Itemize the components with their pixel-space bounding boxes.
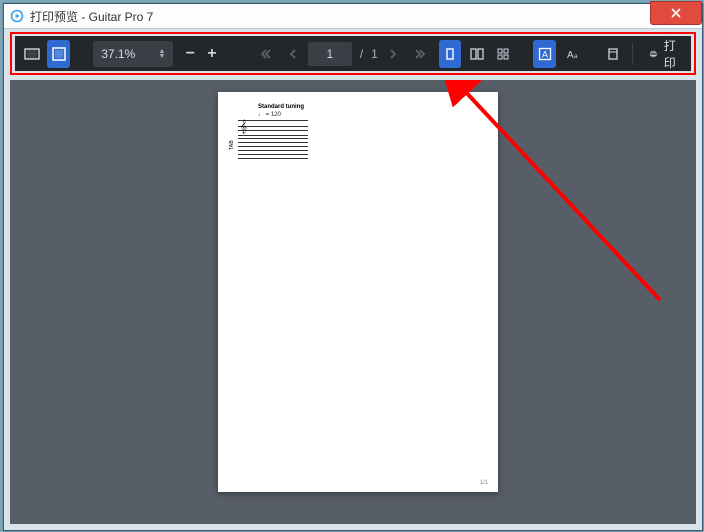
zoom-out-button[interactable]: − xyxy=(181,43,199,65)
double-chevron-right-icon xyxy=(413,47,427,61)
song-title: Standard tuning xyxy=(258,104,488,110)
two-page-icon xyxy=(469,47,485,61)
separator xyxy=(632,43,633,65)
titlebar: 打印预览 - Guitar Pro 7 xyxy=(4,4,702,29)
chevron-right-icon xyxy=(387,47,399,61)
toolbar: 37.1% ▲▼ − + / 1 xyxy=(15,36,691,71)
treble-clef-icon: 𝄞 xyxy=(240,119,247,133)
zoom-in-button[interactable]: + xyxy=(203,43,221,65)
tab-staff: TAB xyxy=(238,138,308,158)
double-chevron-left-icon xyxy=(259,47,273,61)
page-number-input[interactable] xyxy=(308,42,352,66)
svg-text:A: A xyxy=(567,50,574,61)
svg-text:A: A xyxy=(542,49,548,59)
next-page-button[interactable] xyxy=(382,40,404,68)
single-page-view-button[interactable] xyxy=(439,40,461,68)
prev-page-button[interactable] xyxy=(281,40,303,68)
print-button[interactable]: 打印 xyxy=(641,40,685,68)
tab-label: TAB xyxy=(230,140,235,150)
letter-a-boxed-icon: A xyxy=(538,47,552,61)
text-mode-a-button[interactable]: A xyxy=(533,40,555,68)
grid-icon xyxy=(496,47,510,61)
page-footer-number: 1/1 xyxy=(480,480,488,486)
chevron-left-icon xyxy=(287,47,299,61)
close-icon xyxy=(670,7,682,19)
fit-width-button[interactable] xyxy=(21,40,43,68)
page-setup-button[interactable] xyxy=(602,40,624,68)
music-staff: 𝄞 xyxy=(238,120,308,136)
window-title: 打印预览 - Guitar Pro 7 xyxy=(30,8,153,25)
page-setup-icon xyxy=(606,47,620,61)
last-page-button[interactable] xyxy=(408,40,430,68)
fit-page-button[interactable] xyxy=(47,40,69,68)
tempo-marking: ♩ = 120 xyxy=(258,112,488,118)
dropdown-arrows-icon: ▲▼ xyxy=(159,49,166,59)
grid-view-button[interactable] xyxy=(492,40,514,68)
fit-page-icon xyxy=(50,46,68,62)
close-button[interactable] xyxy=(650,1,702,25)
print-label: 打印 xyxy=(664,37,677,71)
letter-a-small-icon: Aa xyxy=(563,47,579,61)
svg-text:a: a xyxy=(574,54,578,60)
plus-icon: + xyxy=(207,45,216,63)
first-page-button[interactable] xyxy=(255,40,277,68)
page-total: 1 xyxy=(371,47,378,61)
zoom-select[interactable]: 37.1% ▲▼ xyxy=(93,41,173,67)
text-mode-b-button[interactable]: Aa xyxy=(560,40,582,68)
print-preview-window: 打印预览 - Guitar Pro 7 37.1% ▲ xyxy=(3,3,703,531)
app-icon xyxy=(10,9,24,23)
fit-width-icon xyxy=(23,46,41,62)
page-preview: Standard tuning ♩ = 120 𝄞 TAB 1/1 xyxy=(218,92,498,492)
zoom-value: 37.1% xyxy=(101,47,135,61)
two-page-view-button[interactable] xyxy=(465,40,487,68)
minus-icon: − xyxy=(186,45,195,63)
page-separator: / xyxy=(360,47,363,61)
printer-icon xyxy=(649,47,658,61)
toolbar-highlight: 37.1% ▲▼ − + / 1 xyxy=(10,32,696,75)
preview-area[interactable]: Standard tuning ♩ = 120 𝄞 TAB 1/1 xyxy=(10,80,696,524)
single-page-icon xyxy=(443,47,457,61)
